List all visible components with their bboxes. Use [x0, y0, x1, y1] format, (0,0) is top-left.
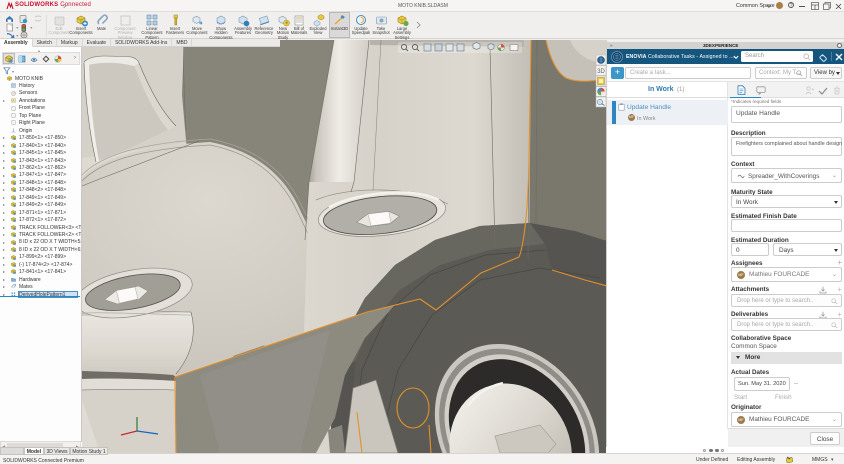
svg-text:3D: 3D	[597, 69, 605, 75]
svg-text:A: A	[12, 99, 14, 103]
